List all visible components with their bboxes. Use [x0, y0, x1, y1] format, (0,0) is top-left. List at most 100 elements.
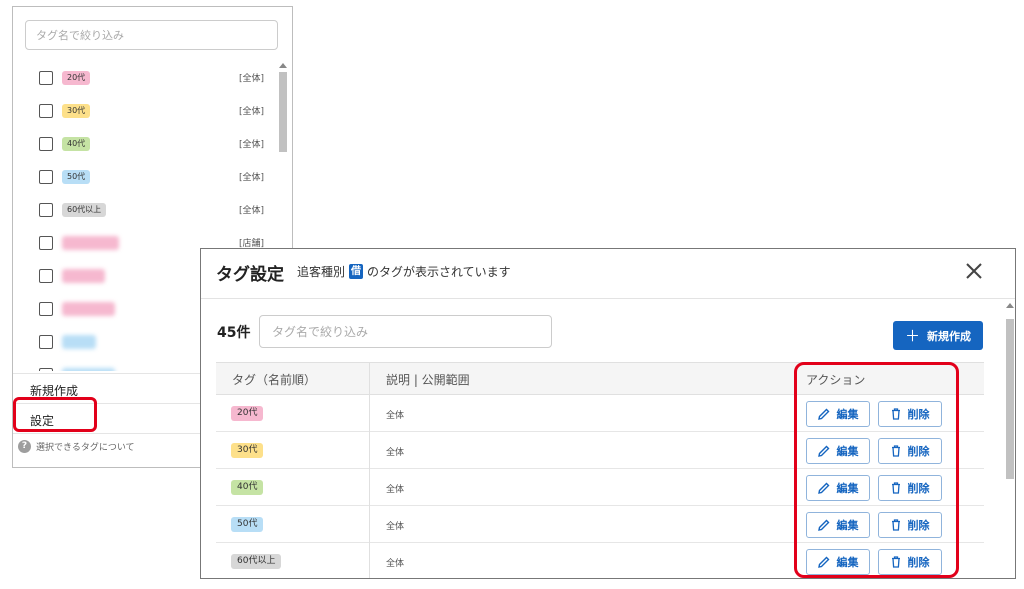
delete-button[interactable]: 削除	[878, 549, 942, 575]
tag-badge-redacted: xxxxxxxxx	[62, 302, 115, 316]
new-tag-button-label: 新規作成	[927, 329, 971, 343]
plus-icon: ＋	[904, 327, 920, 345]
checkbox[interactable]	[39, 269, 53, 283]
checkbox[interactable]	[39, 203, 53, 217]
close-icon[interactable]	[963, 260, 985, 282]
menu-item-label: 新規作成	[30, 384, 79, 398]
delete-button[interactable]: 削除	[878, 512, 942, 538]
checkbox[interactable]	[39, 104, 53, 118]
tag-badge-redacted: xxxxxxxxxx	[62, 236, 120, 250]
trash-icon	[891, 408, 900, 420]
tag-badge: 20代	[62, 71, 91, 85]
pencil-icon	[817, 482, 829, 494]
edit-button-label: 編集	[836, 445, 859, 458]
tag-description: 全体	[386, 485, 405, 495]
dropdown-search-input[interactable]	[25, 20, 278, 50]
edit-button[interactable]: 編集	[806, 549, 870, 575]
tag-badge-redacted: xxxxxxx	[62, 269, 106, 283]
list-item[interactable]: 60代以上 [全体]	[13, 195, 281, 228]
scope-label: [全体]	[238, 140, 264, 150]
tag-description: 全体	[386, 522, 405, 532]
edit-button-label: 編集	[836, 519, 859, 532]
checkbox[interactable]	[39, 71, 53, 85]
tag-badge: 60代以上	[62, 203, 107, 217]
tag-badge: 30代	[231, 443, 264, 458]
checkbox[interactable]	[39, 236, 53, 250]
edit-button[interactable]: 編集	[806, 512, 870, 538]
trash-icon	[891, 482, 900, 494]
pencil-icon	[817, 445, 829, 457]
modal-title: タグ設定	[216, 265, 284, 285]
pencil-icon	[817, 408, 829, 420]
table-header: タグ（名前順） 説明 | 公開範囲 アクション	[216, 362, 984, 395]
subtitle-prefix: 追客種別	[297, 265, 346, 279]
edit-button-label: 編集	[836, 556, 859, 569]
tag-badge-redacted: xxxxx	[62, 335, 96, 349]
tag-description: 全体	[386, 411, 405, 421]
table-row: 40代 全体 編集 削除	[216, 469, 984, 506]
checkbox[interactable]	[39, 335, 53, 349]
scope-label: [全体]	[238, 74, 264, 84]
pencil-icon	[817, 556, 829, 568]
edit-button[interactable]: 編集	[806, 475, 870, 501]
delete-button-label: 削除	[907, 445, 930, 458]
delete-button-label: 削除	[907, 519, 930, 532]
delete-button[interactable]: 削除	[878, 401, 942, 427]
tag-badge: 40代	[62, 137, 91, 151]
tag-badge: 40代	[231, 480, 264, 495]
delete-button-label: 削除	[907, 482, 930, 495]
tag-badge: 30代	[62, 104, 91, 118]
modal-scrollbar[interactable]	[1004, 301, 1015, 578]
tag-description: 全体	[386, 448, 405, 458]
tag-count: 45件	[217, 325, 251, 341]
scroll-up-icon[interactable]	[279, 63, 287, 68]
question-icon: ?	[18, 440, 31, 453]
list-item[interactable]: 50代 [全体]	[13, 162, 281, 195]
subtitle-suffix: のタグが表示されています	[367, 265, 511, 279]
pencil-icon	[817, 519, 829, 531]
modal-header: タグ設定 追客種別 借 のタグが表示されています	[201, 249, 1015, 299]
scroll-up-icon[interactable]	[1006, 303, 1014, 308]
column-header-tag[interactable]: タグ（名前順）	[232, 371, 316, 388]
edit-button-label: 編集	[836, 482, 859, 495]
tag-badge: 60代以上	[231, 554, 282, 569]
trash-icon	[891, 519, 900, 531]
delete-button[interactable]: 削除	[878, 438, 942, 464]
table-row: 20代 全体 編集 削除	[216, 395, 984, 432]
scope-label: [全体]	[238, 173, 264, 183]
trash-icon	[891, 556, 900, 568]
trash-icon	[891, 445, 900, 457]
delete-button-label: 削除	[907, 408, 930, 421]
tag-search-input[interactable]	[259, 315, 552, 348]
edit-button[interactable]: 編集	[806, 401, 870, 427]
help-link[interactable]: 選択できるタグについて	[36, 440, 135, 453]
checkbox[interactable]	[39, 170, 53, 184]
checkbox[interactable]	[39, 302, 53, 316]
table-row: 60代以上 全体 編集 削除	[216, 543, 984, 578]
tag-badge: 50代	[231, 517, 264, 532]
table-row: 50代 全体 編集 削除	[216, 506, 984, 543]
checkbox[interactable]	[39, 368, 53, 371]
delete-button[interactable]: 削除	[878, 475, 942, 501]
column-header-desc: 説明 | 公開範囲	[386, 373, 470, 387]
column-divider	[369, 362, 370, 578]
kind-badge: 借	[349, 264, 364, 279]
list-item[interactable]: 20代 [全体]	[13, 63, 281, 96]
scope-label: [全体]	[238, 206, 264, 216]
list-item[interactable]: 30代 [全体]	[13, 96, 281, 129]
table-row: 30代 全体 編集 削除	[216, 432, 984, 469]
tag-badge: 50代	[62, 170, 91, 184]
edit-button[interactable]: 編集	[806, 438, 870, 464]
menu-item-label: 設定	[30, 414, 55, 428]
scrollbar-thumb[interactable]	[279, 72, 287, 152]
tag-description: 全体	[386, 559, 405, 569]
column-header-action: アクション	[806, 373, 866, 387]
tag-badge: 20代	[231, 406, 264, 421]
delete-button-label: 削除	[907, 556, 930, 569]
new-tag-button[interactable]: ＋ 新規作成	[893, 321, 983, 350]
modal-subtitle: 追客種別 借 のタグが表示されています	[297, 263, 511, 280]
scrollbar-thumb[interactable]	[1006, 319, 1014, 479]
list-item[interactable]: 40代 [全体]	[13, 129, 281, 162]
tag-settings-modal: タグ設定 追客種別 借 のタグが表示されています 45件 ＋ 新規作成 タグ（名…	[200, 248, 1016, 579]
checkbox[interactable]	[39, 137, 53, 151]
